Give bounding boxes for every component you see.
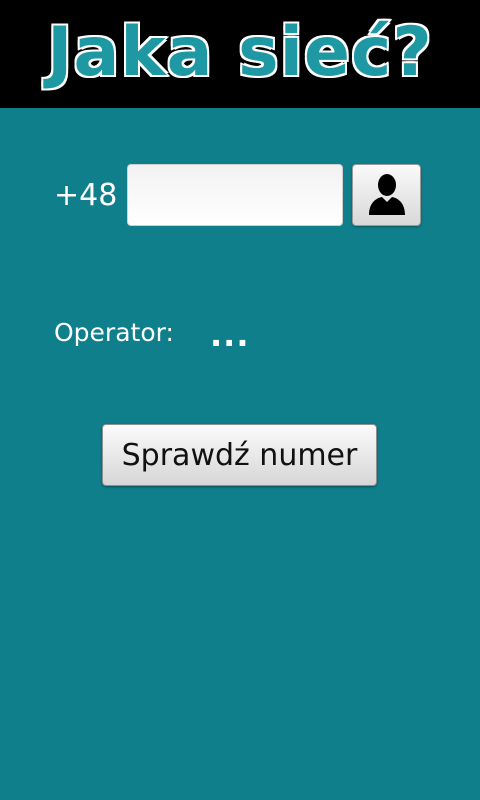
person-icon (367, 172, 407, 219)
pick-contact-button[interactable] (352, 164, 421, 226)
operator-value: ... (210, 316, 250, 354)
app-header: Jaka sieć? (0, 0, 480, 108)
country-prefix: +48 (54, 178, 118, 213)
check-number-button[interactable]: Sprawdź numer (102, 424, 377, 486)
phone-number-input[interactable] (127, 164, 343, 226)
app-title: Jaka sieć? (46, 11, 434, 93)
operator-label: Operator: (54, 318, 174, 347)
